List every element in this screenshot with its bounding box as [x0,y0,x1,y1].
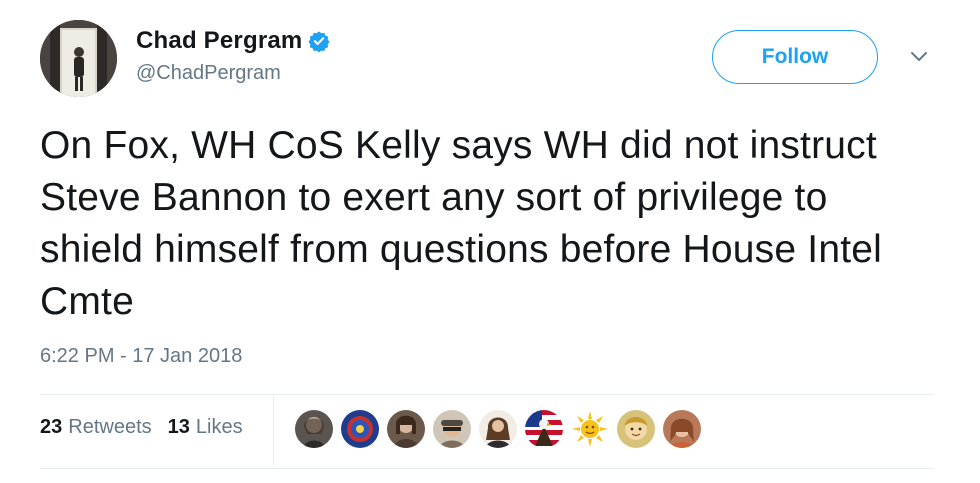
likes-label: Likes [195,416,243,438]
retweets-stat[interactable]: 23 Retweets [40,416,152,439]
tweet-timestamp[interactable]: 6:22 PM - 17 Jan 2018 [40,345,242,368]
author-avatar[interactable] [40,20,117,97]
follow-button[interactable]: Follow [712,30,878,84]
stats-separator [273,396,274,466]
retweets-label: Retweets [68,416,152,438]
tweet-text: On Fox, WH CoS Kelly says WH did not ins… [40,124,883,323]
author-handle[interactable]: @ChadPergram [136,62,330,85]
liker-avatar[interactable] [433,410,471,448]
liker-avatar[interactable] [571,410,609,448]
tweet-stats: 23 Retweets 13 Likes [40,416,259,439]
liker-avatar[interactable] [479,410,517,448]
liker-avatar[interactable] [663,410,701,448]
divider [40,468,934,469]
liker-avatar[interactable] [387,410,425,448]
divider [40,394,934,395]
likes-count: 13 [167,416,190,438]
chevron-down-icon[interactable] [906,44,932,70]
liker-avatar[interactable] [525,410,563,448]
liker-avatar[interactable] [617,410,655,448]
author-display-name[interactable]: Chad Pergram [136,27,302,55]
verified-badge-icon [308,30,330,53]
likes-stat[interactable]: 13 Likes [168,416,243,439]
liker-avatar[interactable] [341,410,379,448]
liker-avatar[interactable] [295,410,333,448]
author-block[interactable]: Chad Pergram @ChadPergram [136,26,330,85]
liked-by-avatars [295,410,709,448]
retweets-count: 23 [40,416,63,438]
